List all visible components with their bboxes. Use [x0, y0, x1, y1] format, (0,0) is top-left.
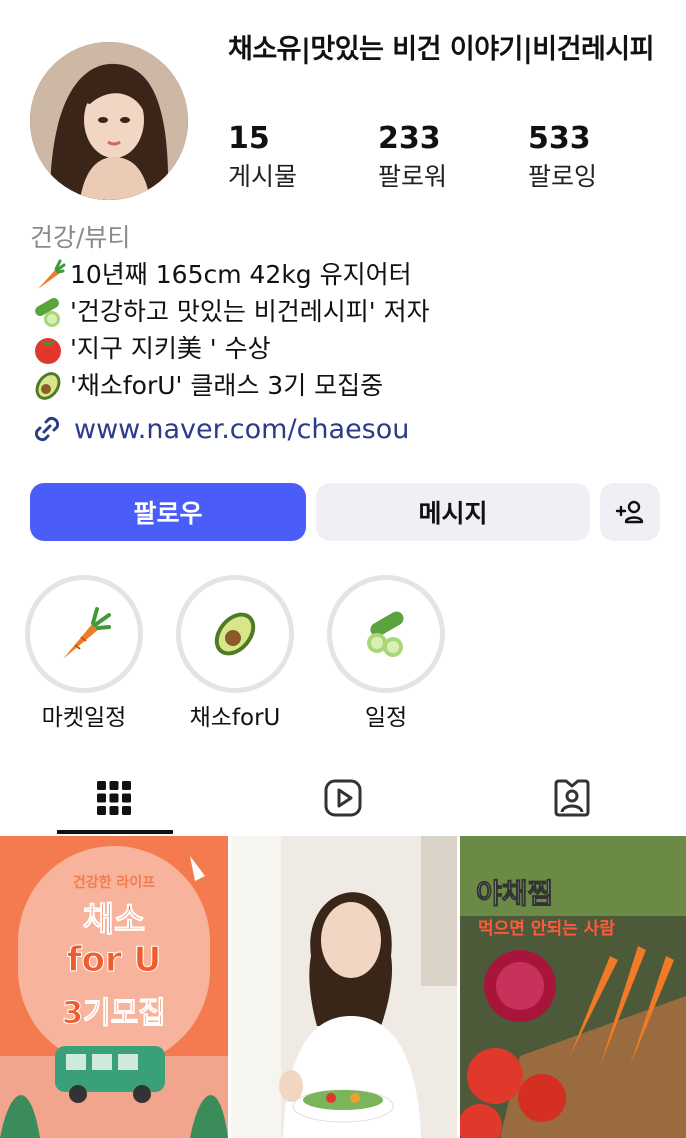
- highlight-ring: [176, 575, 294, 693]
- tab-grid[interactable]: [0, 760, 228, 836]
- profile-header: 채소유|맛있는 비건 이야기|비건레시피 15 게시물 233 팔로워 533 …: [0, 0, 686, 210]
- post-grid: 건강한 라이프 채소 for U 3기모집 야채찜 먹으면 안되는 사람: [0, 836, 686, 1138]
- tagged-icon: [554, 779, 590, 817]
- post-title-line: 3기모집: [62, 996, 167, 1032]
- profile-actions: 팔로우 메시지: [30, 483, 660, 541]
- carrot-icon: [63, 607, 111, 659]
- post-thumbnail[interactable]: [231, 836, 457, 1138]
- tab-tagged[interactable]: [458, 760, 686, 836]
- highlight-ring: [327, 575, 445, 693]
- profile-tabs: [0, 760, 686, 836]
- post-thumbnail[interactable]: 건강한 라이프 채소 for U 3기모집: [0, 836, 228, 1138]
- tomato-icon: [30, 331, 66, 367]
- highlight-label: 마켓일정: [41, 705, 127, 731]
- profile-link[interactable]: www.naver.com/chaesou: [30, 412, 409, 446]
- bio-line: '지구 지키美 ' 수상: [30, 330, 670, 367]
- bio: 건강/뷰티 10년째 165cm 42kg 유지어터 '건강하고 맛있는 비건레…: [30, 220, 670, 404]
- post-title: 야채찜: [476, 877, 554, 911]
- link-text: www.naver.com/chaesou: [74, 413, 410, 445]
- post-title-line: for U: [66, 940, 162, 981]
- avocado-icon: [214, 612, 256, 656]
- reels-icon: [324, 779, 362, 817]
- story-highlights: 마켓일정 채소forU 일정: [22, 575, 662, 735]
- bio-category: 건강/뷰티: [30, 223, 131, 252]
- bio-line: 10년째 165cm 42kg 유지어터: [30, 256, 670, 293]
- cucumber-icon: [30, 294, 66, 330]
- post-small-text: 건강한 라이프: [72, 875, 156, 891]
- stat-posts[interactable]: 15 게시물: [228, 120, 358, 196]
- bio-line: '채소forU' 클래스 3기 모집중: [30, 367, 670, 404]
- highlight-label: 채소forU: [189, 705, 281, 731]
- highlight-ring: [25, 575, 143, 693]
- carrot-icon: [30, 257, 66, 293]
- stat-label: 팔로잉: [528, 162, 598, 191]
- stat-following[interactable]: 533 팔로잉: [528, 120, 658, 196]
- stat-value: 15: [228, 121, 270, 156]
- stat-label: 게시물: [228, 162, 298, 191]
- stat-followers[interactable]: 233 팔로워: [378, 120, 508, 196]
- stat-value: 533: [528, 121, 591, 156]
- cucumber-icon: [367, 611, 404, 657]
- post-title-line: 채소: [82, 900, 146, 941]
- post-image: [231, 836, 457, 1138]
- bio-text: '채소forU' 클래스 3기 모집중: [70, 371, 384, 400]
- post-thumbnail[interactable]: 야채찜 먹으면 안되는 사람: [460, 836, 686, 1138]
- profile-name: 채소유|맛있는 비건 이야기|비건레시피: [228, 34, 654, 65]
- bio-text: 10년째 165cm 42kg 유지어터: [70, 260, 412, 289]
- stat-value: 233: [378, 121, 441, 156]
- stat-label: 팔로워: [378, 162, 448, 191]
- highlight-market-schedule[interactable]: 마켓일정: [24, 575, 144, 733]
- highlight-label: 일정: [364, 705, 408, 731]
- bio-text: '지구 지키美 ' 수상: [70, 334, 271, 363]
- avocado-icon: [30, 368, 66, 404]
- active-tab-indicator: [57, 830, 173, 834]
- add-user-icon: [615, 500, 644, 524]
- highlight-schedule[interactable]: 일정: [326, 575, 446, 733]
- post-subtitle: 먹으면 안되는 사람: [478, 919, 615, 939]
- highlight-chaeso-for-u[interactable]: 채소forU: [175, 575, 295, 733]
- follow-button[interactable]: 팔로우: [30, 483, 306, 541]
- link-icon: [34, 416, 60, 442]
- avatar[interactable]: [30, 42, 188, 200]
- bio-line: '건강하고 맛있는 비건레시피' 저자: [30, 293, 670, 330]
- grid-icon: [97, 781, 131, 815]
- bio-text: '건강하고 맛있는 비건레시피' 저자: [70, 297, 430, 326]
- add-user-button[interactable]: [600, 483, 660, 541]
- tab-reels[interactable]: [229, 760, 457, 836]
- message-button[interactable]: 메시지: [316, 483, 590, 541]
